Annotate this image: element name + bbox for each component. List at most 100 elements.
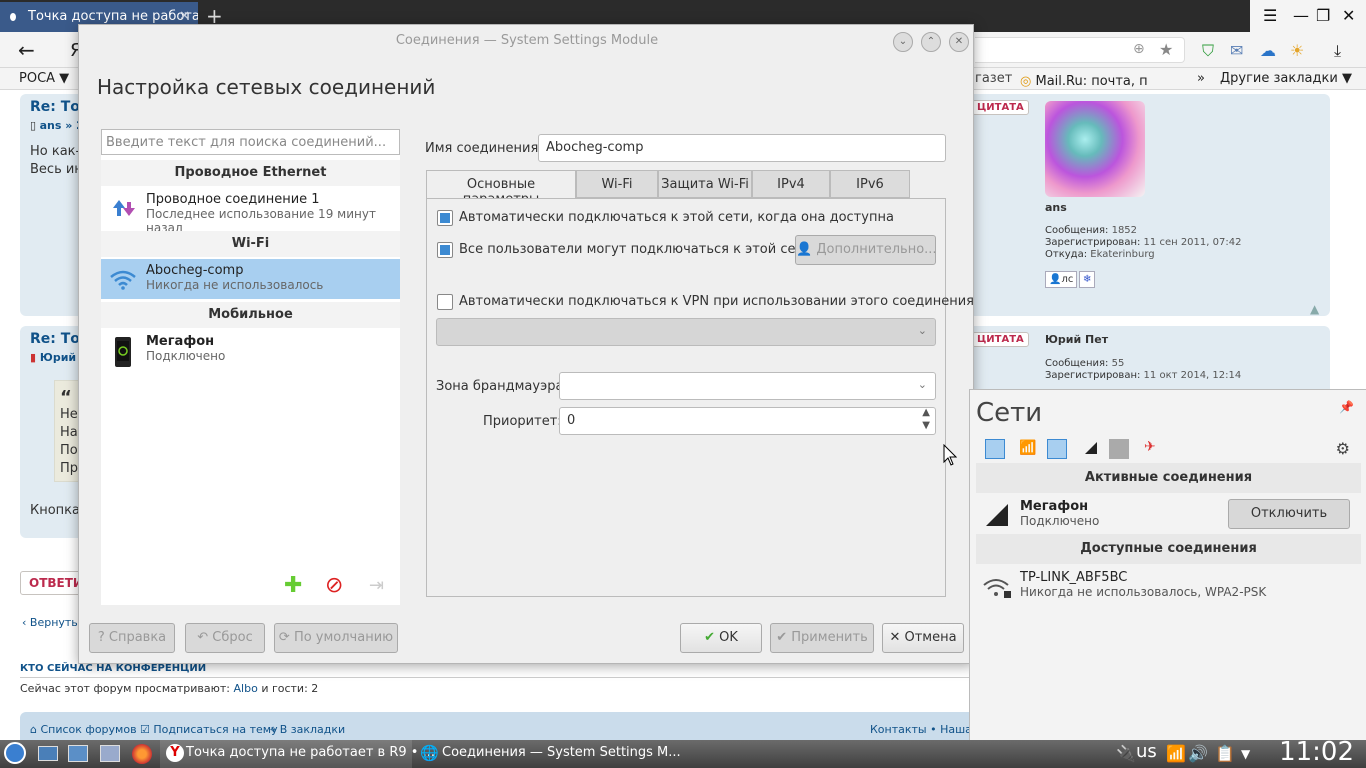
start-menu-icon[interactable] [4,742,26,764]
cloud-icon[interactable]: ☁ [1260,41,1276,60]
back-to-top-icon[interactable]: ▲ [1310,302,1319,316]
cancel-button[interactable]: ✕ Отмена [882,623,964,653]
networks-title: Сети [976,398,1043,428]
all-users-label: Все пользователи могут подключаться к эт… [459,242,812,257]
bookmark-gazeta[interactable]: газет [975,71,1012,86]
back-link[interactable]: ‹ Вернуть [22,616,78,629]
help-button[interactable]: ? Справка [89,623,175,653]
browser-menu-icon[interactable]: ☰ [1263,6,1277,25]
dialog-minimize-icon[interactable]: ⌄ [893,32,913,52]
remove-connection-icon[interactable]: ⊘ [325,573,343,598]
quote-button[interactable]: ЦИТАТА [972,100,1029,115]
connection-status: Никогда не использовалось [146,278,324,292]
taskbar-settings-item[interactable]: 🌐 Соединения — System Settings M... [416,740,681,768]
dialog-maximize-icon[interactable]: ⌃ [921,32,941,52]
file-manager-icon[interactable] [68,745,88,762]
network-signal-icon[interactable]: 📶 [1166,744,1186,763]
skype-icon[interactable]: ❄ [1079,271,1096,288]
window-restore-icon[interactable]: ❐ [1316,6,1330,25]
bookmark-mailru[interactable]: ◎ Mail.Ru: почта, п [1020,71,1148,89]
airplane-icon[interactable]: ✈ [1144,439,1156,455]
spin-down-icon[interactable]: ▼ [922,420,930,431]
window-minimize-icon[interactable]: — [1293,6,1309,25]
taskbar-browser-item[interactable]: Y Точка доступа не работает в R9 • ... [160,740,435,768]
usb-icon[interactable]: 🔌 [1116,744,1136,763]
profile1-name[interactable]: ans [1045,201,1067,214]
footer-bookmarks-label: В закладки [279,723,346,736]
volume-icon[interactable]: 🔊 [1188,744,1208,763]
wifi-toggle-icon[interactable]: 📶 [1019,440,1036,456]
ethernet-toggle-icon[interactable] [985,439,1005,459]
settings-sliders-icon[interactable]: ⚙ [1336,439,1350,458]
advanced-button[interactable]: 👤 Дополнительно... [795,235,937,265]
connection-wifi-selected[interactable]: Abocheg-comp Никогда не использовалось [101,259,400,299]
pin-icon[interactable]: 📌 [1339,400,1354,414]
post-icon: ▯ [30,119,37,132]
mobile-signal-icon[interactable] [1085,442,1097,454]
quote-button[interactable]: ЦИТАТА [972,332,1029,347]
weather-icon[interactable]: ☀ [1290,41,1304,60]
access-point-name[interactable]: TP-LINK_ABF5BC [1020,570,1127,585]
auto-vpn-checkbox[interactable] [437,294,453,310]
star-icon[interactable]: ★ [1159,40,1173,59]
tab-wifi-security[interactable]: Защита Wi-Fi [658,170,752,198]
quote-line: На [60,425,78,440]
apply-button[interactable]: ✔ Применить [770,623,874,653]
pm-button[interactable]: 👤лс [1045,271,1078,288]
back-arrow-icon[interactable]: ← [18,38,35,62]
connection-name-field[interactable]: Abocheg-comp [538,134,946,162]
add-connection-icon[interactable]: ✚ [284,573,302,598]
bookmarks-more-icon[interactable]: » [1197,71,1205,86]
bookmark-other[interactable]: Другие закладки ▼ [1220,71,1352,86]
tab-close-icon[interactable]: ✕ [179,9,190,24]
connection-mobile[interactable]: Мегафон Подключено [101,330,400,370]
mail-icon[interactable]: ✉ [1230,41,1243,60]
priority-spinbox[interactable]: 0 ▲ ▼ [559,407,936,435]
defaults-button[interactable]: ⟳ По умолчанию [274,623,398,653]
address-bar[interactable]: ⊕ ★ [975,37,1185,63]
keyboard-layout[interactable]: us [1136,741,1157,762]
window-close-icon[interactable]: ✕ [1342,6,1355,25]
tab-general[interactable]: Основные параметры [426,170,576,207]
profile1-msgs: Сообщения: 1852 [1045,225,1137,236]
dialog-close-icon[interactable]: ✕ [949,32,969,52]
editor-icon[interactable] [100,745,120,762]
clock[interactable]: 11:02 [1279,737,1354,767]
connection-search-input[interactable]: Введите текст для поиска соединений... [101,129,400,155]
divider [20,677,970,678]
pm-label: лс [1061,274,1074,285]
clipboard-icon[interactable]: 📋 [1215,744,1235,763]
export-connection-icon[interactable]: ⇥ [369,575,384,596]
connection-wired[interactable]: Проводное соединение 1 Последнее использ… [101,188,400,235]
download-icon[interactable]: ⤓ [1334,41,1341,61]
profile2-name[interactable]: Юрий Пет [1045,333,1108,346]
auto-connect-checkbox[interactable] [437,210,453,226]
desktop-icon[interactable] [38,746,58,761]
footer-subscribe-link[interactable]: ☑ Подписаться на тему [140,723,278,736]
profile1-reg: Зарегистрирован: 11 сен 2011, 07:42 [1045,237,1241,248]
footer-bookmarks-link[interactable]: ⌖ В закладки [270,723,345,737]
firefox-icon[interactable] [132,744,152,764]
footer-forums-link[interactable]: ⌂ Список форумов [30,723,137,736]
vpn-select[interactable]: ⌄ [436,318,936,346]
mobile-toggle-icon[interactable] [1109,439,1129,459]
ok-button[interactable]: ✔ OK [680,623,762,653]
taskbar-browser-label: Точка доступа не работает в R9 • ... [186,745,435,760]
tab-ipv6[interactable]: IPv6 [830,170,910,198]
reset-button[interactable]: ↶ Сброс [185,623,265,653]
who-online-user[interactable]: Albo [234,682,258,695]
tab-wifi[interactable]: Wi-Fi [576,170,658,198]
disconnect-button[interactable]: Отключить [1228,499,1350,529]
firewall-zone-select[interactable]: ⌄ [559,372,936,400]
bookmark-rosa[interactable]: РОСА ▼ [19,71,69,86]
shield-icon[interactable]: ⛉ [1202,41,1214,61]
wifi-icon [110,270,136,290]
wifi-enabled-icon[interactable] [1047,439,1067,459]
all-users-checkbox[interactable] [437,242,453,258]
spin-up-icon[interactable]: ▲ [922,407,930,418]
tab-ipv4[interactable]: IPv4 [752,170,830,198]
post2-button-line: Кнопка [30,503,81,518]
active-connection-status: Подключено [1020,514,1100,528]
reply-button[interactable]: ОТВЕТИ [20,571,84,595]
tray-expand-icon[interactable]: ▼ [1241,747,1250,761]
